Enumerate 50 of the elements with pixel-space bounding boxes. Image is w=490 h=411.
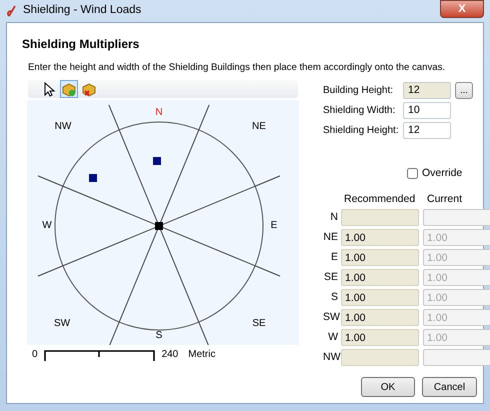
direction-label: S [156,330,162,342]
recommended-field[interactable]: 1.00 [341,229,419,246]
recommended-field[interactable]: 1.00 [341,289,419,306]
field-label: Shielding Height: [323,124,400,138]
compass-canvas[interactable]: N NE E SE S SW W NW [27,100,299,345]
building-marker[interactable] [153,157,161,165]
ok-button[interactable]: OK [361,377,415,397]
cancel-button[interactable]: Cancel [422,377,477,397]
scale-bar-icon [44,348,156,360]
input-field[interactable]: 10 [403,102,451,118]
direction-label: N [155,107,163,119]
field-label: Building Height: [323,84,394,98]
row-label: W [327,330,339,345]
row-label: SW [323,310,341,325]
row-label: N [329,210,339,225]
box-plus-tool[interactable] [60,80,78,98]
override-checkbox[interactable] [407,168,418,180]
column-header: Current [426,192,462,206]
direction-label: SE [252,318,266,330]
row-label: NW [323,350,341,365]
app-icon [6,4,18,18]
direction-label: NE [252,121,266,133]
section-heading: Shielding Multipliers [22,36,140,53]
input-field[interactable]: 12 [403,122,451,138]
browse-button[interactable]: ... [455,82,473,98]
column-header: Recommended [343,192,416,206]
recommended-field[interactable] [341,349,419,366]
row-label: SE [323,270,339,285]
scale-unit: Metric [188,348,216,362]
scale-end: 240 [162,348,178,362]
row-label: E [330,250,339,265]
recommended-field[interactable] [341,209,419,226]
direction-label: E [270,220,278,232]
direction-label: W [42,220,52,232]
origin-marker [155,222,163,230]
building-marker[interactable] [89,174,97,182]
field-label: Shielding Width: [323,104,396,118]
direction-label: NW [54,121,72,133]
recommended-field[interactable]: 1.00 [341,269,419,286]
row-label: S [330,290,339,305]
checkbox-label: Override [422,166,462,181]
recommended-field[interactable]: 1.00 [341,309,419,326]
input-field[interactable]: 12 [403,82,451,98]
recommended-field[interactable]: 1.00 [341,329,419,346]
window-title: Shielding - Wind Loads [23,3,142,18]
scale-start: 0 [32,348,38,362]
recommended-field[interactable]: 1.00 [341,249,419,266]
direction-label: SW [54,318,70,330]
row-label: NE [323,230,339,245]
instruction-text: Enter the height and width of the Shielding Buildings then place them accordingly onto the canvas. [28,62,446,74]
